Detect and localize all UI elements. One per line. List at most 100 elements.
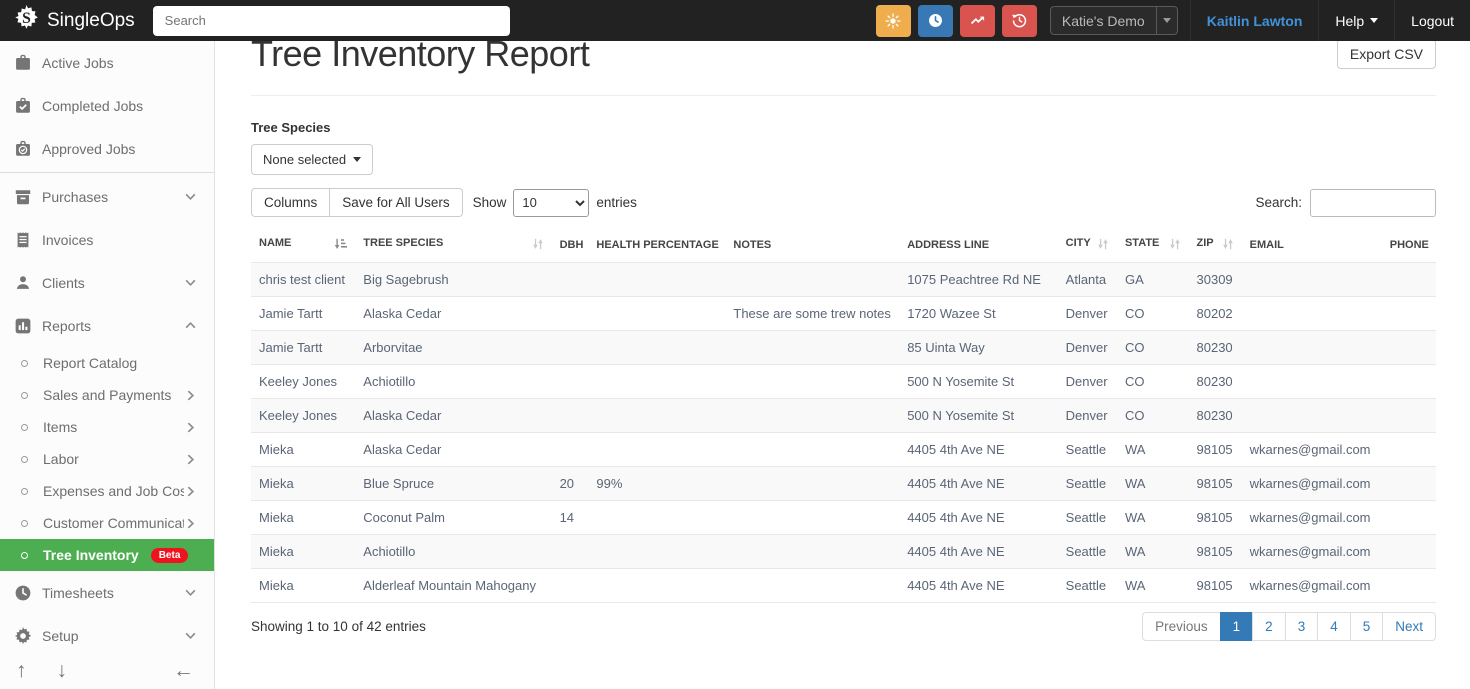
cell-name: Mieka [251,466,356,501]
column-label: TREE SPECIES [363,237,444,249]
sidebar-item-timesheets[interactable]: Timesheets [0,571,214,614]
cell-phone [1381,466,1436,501]
save-for-all-users-button[interactable]: Save for All Users [330,188,463,217]
cell-address-line: 4405 4th Ave NE [899,466,1058,501]
cell-dbh [551,432,589,467]
sidebar-item-approved-jobs[interactable]: Approved Jobs [0,127,214,170]
table-row: Keeley Jones Achiotillo 500 N Yosemite St D… [251,364,1436,399]
columns-button[interactable]: Columns [251,188,331,217]
trend-quick-button[interactable] [959,4,995,37]
sidebar-item-labor[interactable]: Labor [0,443,214,475]
collapse-sidebar-arrow-icon[interactable]: ← [173,659,194,683]
cell-email [1241,262,1382,297]
pagination-page-1[interactable]: 1 [1219,612,1254,641]
sidebar-item-purchases[interactable]: Purchases [0,175,214,218]
cell-email [1241,296,1382,331]
pagination-page-5[interactable]: 5 [1349,612,1384,641]
cell-notes [725,364,900,399]
cell-city: Seattle [1057,466,1117,501]
account-selector-dropdown[interactable]: Katie's Demo [1049,6,1178,35]
cell-address-line: 4405 4th Ave NE [899,568,1058,603]
page-length-select[interactable]: 10 [513,188,590,217]
logout-button[interactable]: Logout [1394,0,1470,41]
cell-dbh [551,398,589,433]
pagination-page-2[interactable]: 2 [1252,612,1286,641]
sidebar-item-customer-communication[interactable]: Customer Communication [0,507,214,539]
tree-species-filter-dropdown[interactable]: None selected [251,144,374,175]
history-quick-button[interactable] [1001,4,1037,37]
user-profile-link[interactable]: Kaitlin Lawton [1189,0,1319,41]
cell-phone [1381,500,1436,535]
cell-email [1241,398,1382,433]
history-icon [1011,12,1028,29]
sun-quick-button[interactable] [875,4,911,37]
cell-name: Mieka [251,500,356,535]
pagination-previous-button[interactable]: Previous [1142,612,1221,641]
beta-badge: Beta [150,547,189,563]
tree-inventory-table: NAME TREE SPECIES DBH HEALTH PERCENTAGE NOTE… [251,230,1436,603]
sidebar-item-items[interactable]: Items [0,411,214,443]
cell-email: wkarnes@gmail.com [1241,500,1382,535]
sidebar-item-active-jobs[interactable]: Active Jobs [0,41,214,84]
export-csv-button[interactable]: Export CSV [1336,39,1436,69]
sun-icon [885,12,902,29]
cell-city: Atlanta [1057,262,1117,297]
table-search-input[interactable] [1310,188,1436,217]
cell-notes [725,330,900,365]
column-label: STATE [1124,237,1160,249]
gear-icon [13,626,33,645]
account-caret-icon[interactable] [1155,7,1177,34]
sidebar-item-invoices[interactable]: Invoices [0,218,214,261]
title-divider [251,95,1436,96]
chart-icon [13,317,33,335]
brand-logo[interactable]: S SingleOps [0,5,153,36]
cell-notes [725,568,900,603]
cell-health-percentage [588,432,726,467]
sidebar-item-completed-jobs[interactable]: Completed Jobs [0,84,214,127]
pagination: Previous 1 2 3 4 5 Next [1142,612,1436,641]
bullet-icon [21,391,28,399]
sidebar-item-tree-inventory[interactable]: Tree Inventory Beta [0,539,214,571]
column-header-notes: NOTES [725,230,899,263]
pagination-page-4[interactable]: 4 [1317,612,1351,641]
column-header-phone: PHONE [1382,230,1436,263]
column-header-tree-species[interactable]: TREE SPECIES [355,230,551,263]
scroll-up-arrow-icon[interactable]: ↑ [16,659,27,683]
entries-summary: Showing 1 to 10 of 42 entries [251,619,426,634]
cell-phone [1381,534,1436,569]
cell-state: CO [1116,398,1189,433]
clock-quick-button[interactable] [917,4,953,37]
sidebar-item-sales-and-payments[interactable]: Sales and Payments [0,379,214,411]
clock-fill-icon [13,584,33,602]
column-header-state[interactable]: STATE [1117,230,1189,263]
column-header-zip[interactable]: ZIP [1189,230,1242,263]
sidebar-item-label: Completed Jobs [42,97,144,114]
chevron-right-icon [184,453,197,466]
column-label: CITY [1065,237,1091,249]
cell-email: wkarnes@gmail.com [1241,568,1382,603]
column-header-address-line: ADDRESS LINE [899,230,1057,263]
global-search-input[interactable] [152,5,510,36]
help-menu[interactable]: Help [1318,0,1394,41]
sidebar-item-label: Customer Communication [43,515,184,531]
table-row: Jamie Tartt Arborvitae 85 Uinta Way Denver C… [251,330,1436,365]
cell-city: Denver [1057,398,1117,433]
sidebar-item-reports[interactable]: Reports [0,304,214,347]
column-header-name[interactable]: NAME [251,230,355,263]
column-header-city[interactable]: CITY [1058,230,1117,263]
chevron-down-icon [184,276,197,289]
sidebar-item-label: Tree Inventory [43,547,139,563]
sidebar-item-clients[interactable]: Clients [0,261,214,304]
pagination-page-3[interactable]: 3 [1284,612,1319,641]
cell-city: Seattle [1057,568,1117,603]
cell-phone [1381,364,1436,399]
main-content: Tree Inventory Report Export CSV Tree Sp… [215,33,1470,641]
sidebar-item-setup[interactable]: Setup [0,614,214,657]
cell-health-percentage [588,364,726,399]
sidebar-item-report-catalog[interactable]: Report Catalog [0,347,214,379]
chevron-right-icon [184,421,197,434]
scroll-down-arrow-icon[interactable]: ↓ [57,659,68,683]
entries-label: entries [596,195,637,210]
sidebar-item-expenses-and-job-costing[interactable]: Expenses and Job Costing [0,475,214,507]
pagination-next-button[interactable]: Next [1382,612,1436,641]
